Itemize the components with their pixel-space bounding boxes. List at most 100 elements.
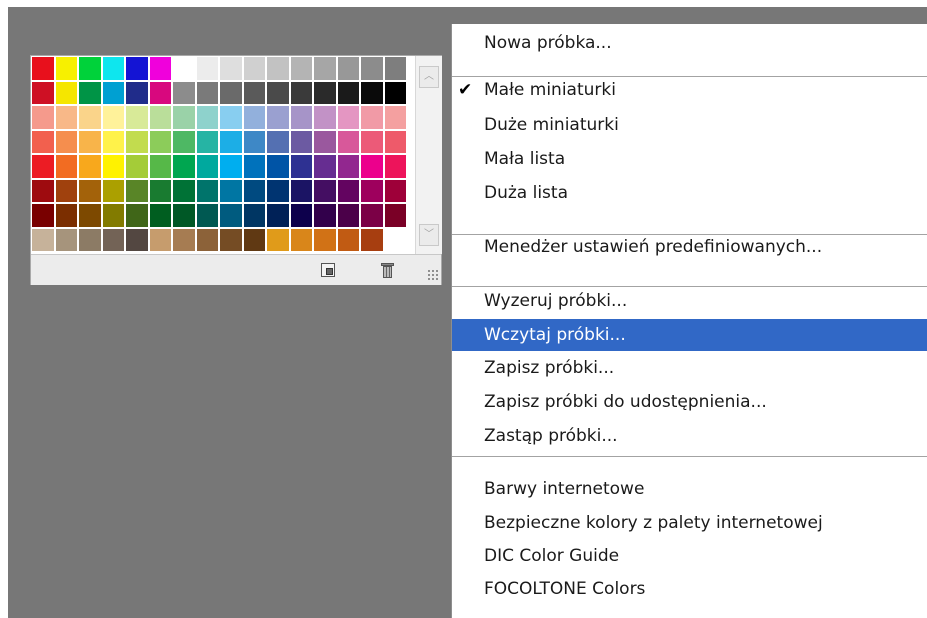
color-swatch[interactable]: [32, 106, 56, 131]
color-swatch[interactable]: [361, 204, 385, 229]
color-swatch[interactable]: [290, 179, 314, 204]
color-swatch[interactable]: [314, 228, 338, 253]
menu-item-replace-swatches[interactable]: Zastąp próbki...: [452, 420, 927, 452]
color-swatch[interactable]: [126, 179, 150, 204]
color-swatch[interactable]: [220, 204, 244, 229]
color-swatch[interactable]: [79, 228, 103, 253]
resize-grip-icon[interactable]: [427, 269, 439, 281]
color-swatch[interactable]: [243, 81, 267, 106]
color-swatch[interactable]: [361, 179, 385, 204]
color-swatch[interactable]: [267, 81, 291, 106]
color-swatch[interactable]: [126, 57, 150, 82]
color-swatch[interactable]: [149, 204, 173, 229]
color-swatch[interactable]: [314, 179, 338, 204]
color-swatch[interactable]: [267, 204, 291, 229]
color-swatch[interactable]: [196, 204, 220, 229]
color-swatch[interactable]: [55, 81, 79, 106]
color-swatch[interactable]: [337, 81, 361, 106]
color-swatch[interactable]: [32, 228, 56, 253]
chevron-down-icon[interactable]: ﹀: [419, 224, 439, 246]
color-swatch[interactable]: [32, 155, 56, 180]
color-swatch[interactable]: [126, 155, 150, 180]
color-swatch[interactable]: [79, 106, 103, 131]
menu-item-web-safe-colors[interactable]: Bezpieczne kolory z palety internetowej: [452, 507, 927, 539]
color-swatch[interactable]: [243, 57, 267, 82]
color-swatch[interactable]: [102, 204, 126, 229]
menu-item-large-thumbnails[interactable]: Duże miniaturki: [452, 109, 927, 141]
color-swatch[interactable]: [55, 106, 79, 131]
color-swatch[interactable]: [337, 155, 361, 180]
color-swatch[interactable]: [337, 179, 361, 204]
color-swatch[interactable]: [290, 155, 314, 180]
menu-item-load-swatches[interactable]: Wczytaj próbki...: [452, 319, 927, 351]
color-swatch[interactable]: [267, 57, 291, 82]
color-swatch[interactable]: [314, 81, 338, 106]
menu-item-save-swatches[interactable]: Zapisz próbki...: [452, 352, 927, 384]
color-swatch[interactable]: [102, 155, 126, 180]
color-swatch[interactable]: [290, 204, 314, 229]
color-swatch[interactable]: [55, 155, 79, 180]
color-swatch[interactable]: [173, 81, 197, 106]
color-swatch[interactable]: [149, 155, 173, 180]
color-swatch[interactable]: [55, 130, 79, 155]
color-swatch[interactable]: [79, 204, 103, 229]
color-swatch[interactable]: [79, 155, 103, 180]
color-swatch[interactable]: [384, 155, 408, 180]
color-swatch[interactable]: [149, 81, 173, 106]
color-swatch[interactable]: [32, 130, 56, 155]
color-swatch[interactable]: [220, 228, 244, 253]
color-swatch[interactable]: [126, 130, 150, 155]
color-swatch[interactable]: [361, 155, 385, 180]
trash-icon[interactable]: [381, 263, 394, 278]
color-swatch[interactable]: [337, 57, 361, 82]
color-swatch[interactable]: [149, 130, 173, 155]
color-swatch[interactable]: [267, 155, 291, 180]
color-swatch[interactable]: [102, 228, 126, 253]
color-swatch[interactable]: [32, 57, 56, 82]
color-swatch[interactable]: [173, 57, 197, 82]
color-swatch[interactable]: [196, 106, 220, 131]
color-swatch[interactable]: [384, 106, 408, 131]
color-swatch[interactable]: [102, 81, 126, 106]
color-swatch[interactable]: [384, 81, 408, 106]
chevron-up-icon[interactable]: ︿: [419, 66, 439, 88]
color-swatch[interactable]: [79, 179, 103, 204]
color-swatch[interactable]: [314, 106, 338, 131]
color-swatch[interactable]: [243, 155, 267, 180]
color-swatch[interactable]: [243, 204, 267, 229]
color-swatch[interactable]: [361, 228, 385, 253]
color-swatch[interactable]: [267, 130, 291, 155]
color-swatch[interactable]: [149, 228, 173, 253]
color-swatch[interactable]: [220, 57, 244, 82]
color-swatch[interactable]: [79, 81, 103, 106]
color-swatch[interactable]: [337, 130, 361, 155]
color-swatch[interactable]: [267, 228, 291, 253]
color-swatch[interactable]: [79, 130, 103, 155]
color-swatch[interactable]: [384, 130, 408, 155]
color-swatch[interactable]: [314, 130, 338, 155]
color-swatch[interactable]: [173, 130, 197, 155]
color-swatch[interactable]: [220, 81, 244, 106]
color-swatch[interactable]: [314, 57, 338, 82]
color-swatch[interactable]: [220, 155, 244, 180]
menu-item-large-list[interactable]: Duża lista: [452, 177, 927, 209]
color-swatch[interactable]: [290, 57, 314, 82]
color-swatch[interactable]: [55, 228, 79, 253]
menu-item-focoltone-colors[interactable]: FOCOLTONE Colors: [452, 573, 927, 605]
menu-item-web-hues[interactable]: Barwy internetowe: [452, 473, 927, 505]
color-swatch[interactable]: [384, 179, 408, 204]
color-swatch[interactable]: [196, 228, 220, 253]
color-swatch[interactable]: [102, 179, 126, 204]
color-swatch[interactable]: [267, 179, 291, 204]
color-swatch[interactable]: [267, 106, 291, 131]
color-swatch[interactable]: [196, 179, 220, 204]
color-swatch[interactable]: [149, 106, 173, 131]
color-swatch[interactable]: [55, 179, 79, 204]
color-swatch[interactable]: [243, 130, 267, 155]
color-swatch[interactable]: [220, 130, 244, 155]
menu-item-reset-swatches[interactable]: Wyzeruj próbki...: [452, 285, 927, 317]
color-swatch[interactable]: [361, 106, 385, 131]
color-swatch[interactable]: [32, 81, 56, 106]
menu-item-small-thumbnails[interactable]: ✔ Małe miniaturki: [452, 74, 927, 106]
color-swatch[interactable]: [126, 81, 150, 106]
